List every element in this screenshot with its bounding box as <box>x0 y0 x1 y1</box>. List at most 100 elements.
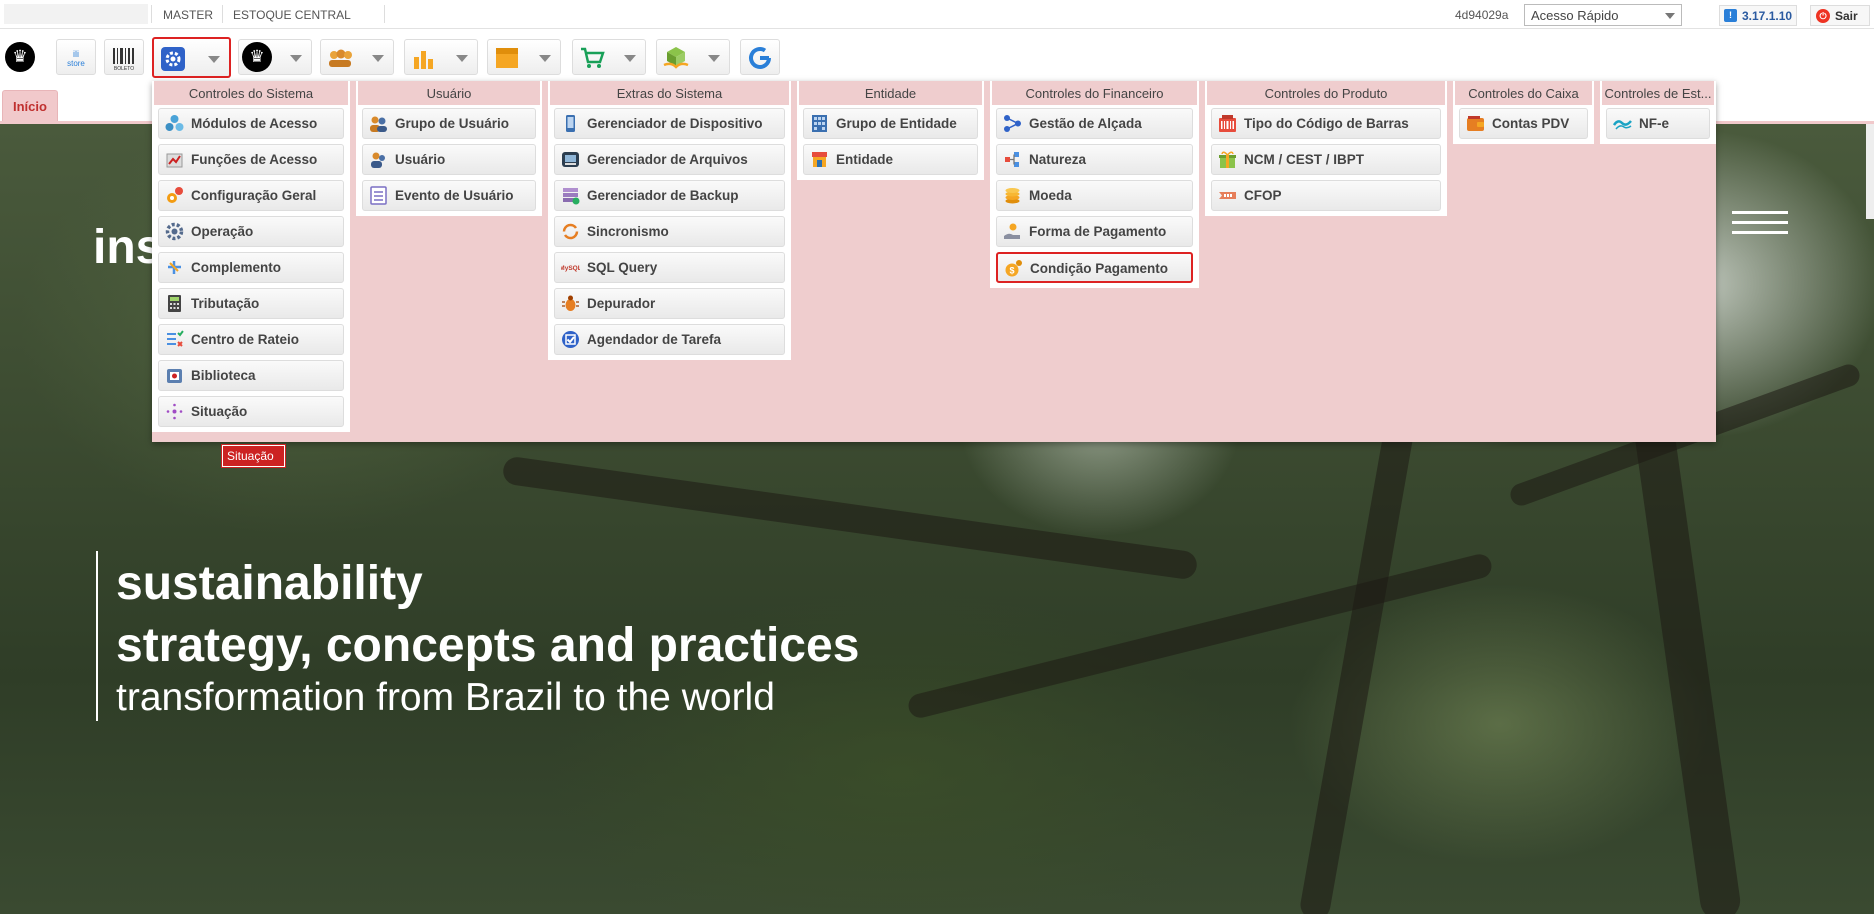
menu-item-nature[interactable]: Natureza <box>996 144 1193 175</box>
menu-item-label: NF-e <box>1639 116 1669 131</box>
menu-item-approval-management[interactable]: Gestão de Alçada <box>996 108 1193 139</box>
svg-text:BOLETO: BOLETO <box>114 66 134 71</box>
menu-item-cfop[interactable]: CFOP <box>1211 180 1441 211</box>
menu-item-user-event[interactable]: Evento de Usuário <box>362 180 536 211</box>
settings-menu-button[interactable] <box>152 37 231 78</box>
svg-text:store: store <box>67 59 85 68</box>
menu-item-label: Gerenciador de Backup <box>587 188 739 203</box>
column-title: Controles do Caixa <box>1455 81 1592 105</box>
menu-item-entity-group[interactable]: Grupo de Entidade <box>803 108 978 139</box>
menu-item-label: Agendador de Tarefa <box>587 332 722 347</box>
package-hand-icon <box>663 47 689 69</box>
menu-item-device-manager[interactable]: Gerenciador de Dispositivo <box>554 108 785 139</box>
menu-item-currency[interactable]: Moeda <box>996 180 1193 211</box>
logout-button[interactable]: ⏻ Sair <box>1810 5 1870 26</box>
menu-item-user[interactable]: Usuário <box>362 144 536 175</box>
barcode-icon: BOLETO <box>113 48 134 71</box>
column-title: Extras do Sistema <box>550 81 789 105</box>
menu-item-file-manager[interactable]: Gerenciador de Arquivos <box>554 144 785 175</box>
menu-item-debugger[interactable]: Depurador <box>554 288 785 319</box>
menu-item-backup-manager[interactable]: Gerenciador de Backup <box>554 180 785 211</box>
menu-item-cost-center[interactable]: Centro de Rateio <box>158 324 344 355</box>
chevron-down-icon <box>624 55 636 62</box>
menu-column-stock-controls: Controles de Est... NF-e <box>1600 81 1716 144</box>
box-icon <box>496 48 518 68</box>
menu-item-pos-accounts[interactable]: Contas PDV <box>1459 108 1588 139</box>
boleto-button[interactable]: BOLETO <box>104 39 144 75</box>
stock-menu-button[interactable] <box>487 39 561 75</box>
menu-item-access-modules[interactable]: Módulos de Acesso <box>158 108 344 139</box>
hero-subtitle: transformation from Brazil to the world <box>116 676 775 719</box>
hero-divider <box>96 551 98 721</box>
hamburger-menu-icon[interactable] <box>1732 211 1788 241</box>
menu-column-financial-controls: Controles do Financeiro Gestão de Alçada… <box>990 81 1199 288</box>
chevron-down-icon <box>372 55 384 62</box>
menu-item-task-scheduler[interactable]: Agendador de Tarefa <box>554 324 785 355</box>
reports-menu-button[interactable] <box>404 39 478 75</box>
menu-item-payment-condition[interactable]: $ Condição Pagamento <box>996 252 1193 283</box>
top-bar-blank <box>4 4 148 24</box>
settings-gear-icon <box>161 47 185 71</box>
menu-item-payment-method[interactable]: Forma de Pagamento <box>996 216 1193 247</box>
chevron-down-icon <box>708 55 720 62</box>
payment-condition-icon: $ <box>1005 260 1022 277</box>
menu-item-complement[interactable]: Complemento <box>158 252 344 283</box>
users-menu-button[interactable] <box>320 39 394 75</box>
file-manager-icon <box>562 152 579 167</box>
delivery-menu-button[interactable] <box>656 39 730 75</box>
menu-item-sql-query[interactable]: MySQL SQL Query <box>554 252 785 283</box>
menu-item-access-functions[interactable]: Funções de Acesso <box>158 144 344 175</box>
column-title: Controles do Financeiro <box>992 81 1197 105</box>
hierarchy-icon <box>1004 115 1021 132</box>
sales-menu-button[interactable] <box>572 39 646 75</box>
menu-column-entity: Entidade Grupo de Entidade Entidade <box>797 81 984 180</box>
user-icon <box>371 152 385 168</box>
menu-item-label: Tipo do Código de Barras <box>1244 116 1409 131</box>
barcode-type-icon <box>1219 115 1236 132</box>
store-front-icon <box>812 152 827 167</box>
logout-label: Sair <box>1835 9 1858 23</box>
wallet-icon <box>1467 116 1484 131</box>
crown-menu-button[interactable]: ♛ <box>238 39 312 75</box>
menu-item-library[interactable]: Biblioteca <box>158 360 344 391</box>
page-scrollbar[interactable] <box>1866 124 1874 219</box>
menu-item-label: Complemento <box>191 260 282 275</box>
version-button[interactable]: ! 3.17.1.10 <box>1719 5 1797 26</box>
chevron-down-icon <box>539 55 551 62</box>
menu-item-label: Centro de Rateio <box>191 332 300 347</box>
user-group-icon <box>370 116 387 132</box>
quick-access-value: Acesso Rápido <box>1531 8 1619 23</box>
menu-item-sync[interactable]: Sincronismo <box>554 216 785 247</box>
column-title: Controles do Produto <box>1207 81 1445 105</box>
menu-column-system-extras: Extras do Sistema Gerenciador de Disposi… <box>548 81 791 360</box>
menu-item-taxation[interactable]: Tributação <box>158 288 344 319</box>
menu-item-label: Grupo de Usuário <box>395 116 510 131</box>
menu-column-user: Usuário Grupo de Usuário Usuário Evento … <box>356 81 542 216</box>
menu-item-label: SQL Query <box>587 260 658 275</box>
menu-item-nfe[interactable]: NF-e <box>1606 108 1710 139</box>
cart-icon <box>581 47 605 68</box>
menu-item-ncm-cest-ibpt[interactable]: NCM / CEST / IBPT <box>1211 144 1441 175</box>
menu-item-operation[interactable]: Operação <box>158 216 344 247</box>
menu-item-label: Biblioteca <box>191 368 256 383</box>
menu-item-user-group[interactable]: Grupo de Usuário <box>362 108 536 139</box>
menu-item-general-config[interactable]: Configuração Geral <box>158 180 344 211</box>
crown-logo-icon[interactable]: ♛ <box>5 42 35 72</box>
mysql-icon: MySQL <box>561 265 580 272</box>
build-hash: 4d94029a <box>1455 8 1509 22</box>
complement-icon <box>168 261 181 274</box>
main-toolbar: ♛ ili store BOLETO ♛ <box>0 29 1874 84</box>
column-title: Controles do Sistema <box>154 81 348 105</box>
store-button[interactable]: ili store <box>56 39 96 75</box>
menu-item-entity[interactable]: Entidade <box>803 144 978 175</box>
cfop-icon <box>1219 192 1236 199</box>
menu-item-label: Módulos de Acesso <box>191 116 318 131</box>
menu-item-label: Entidade <box>836 152 894 167</box>
menu-item-barcode-type[interactable]: Tipo do Código de Barras <box>1211 108 1441 139</box>
menu-item-status[interactable]: Situação <box>158 396 344 427</box>
crown-menu-icon: ♛ <box>242 42 272 72</box>
refresh-button[interactable] <box>740 39 780 75</box>
backup-icon <box>563 188 580 205</box>
tab-home[interactable]: Início <box>2 90 58 121</box>
quick-access-select[interactable]: Acesso Rápido <box>1524 4 1682 26</box>
